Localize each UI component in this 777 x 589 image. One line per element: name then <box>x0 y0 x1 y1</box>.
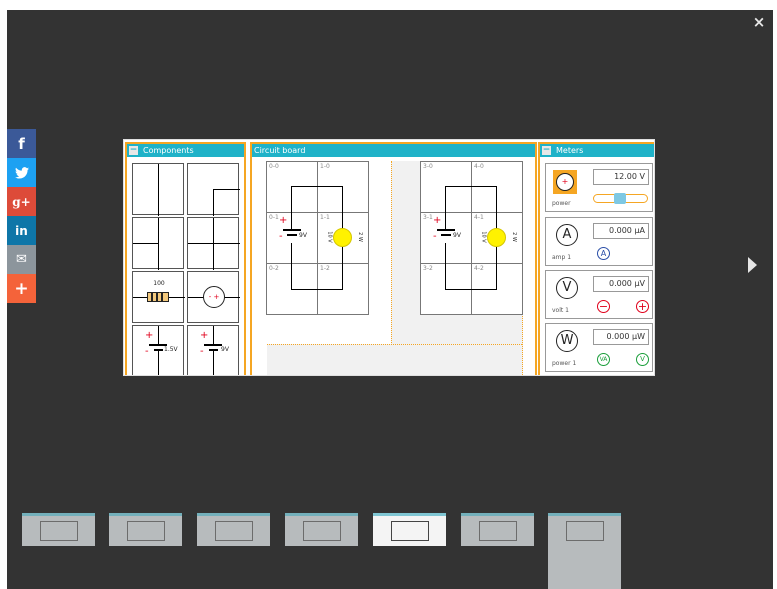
board-cell: 3-1 <box>420 212 472 264</box>
slider-thumb[interactable] <box>614 193 626 204</box>
cell-label: 3-0 <box>423 163 433 170</box>
right-circuit: 3-0 4-0 3-1 4-1 3-2 4-2 + - 9V 10 V 2 W <box>420 161 523 315</box>
thumbnail-active[interactable] <box>373 513 446 546</box>
meter-name: power 1 <box>552 360 577 367</box>
bulb-power-label: 2 W <box>356 232 363 242</box>
amp-value-field[interactable]: 0.000 μA <box>593 223 649 239</box>
power-source-icon: + <box>553 170 577 194</box>
meters-title-bar: − Meters <box>540 144 654 157</box>
voltmeter-icon: V <box>556 277 578 299</box>
plus-icon[interactable]: + <box>7 274 36 303</box>
bulb-voltage-label: 10 V <box>480 231 487 243</box>
screenshot-viewer: − Components 100 - + + - 1.5V + - 9V Cir… <box>123 139 655 376</box>
cell-label: 1-2 <box>320 265 330 272</box>
facebook-icon[interactable]: f <box>7 129 36 158</box>
positive-probe-button[interactable]: + <box>636 300 649 313</box>
power-value-field[interactable]: 12.00 V <box>593 169 649 185</box>
page-edge <box>0 0 7 589</box>
cell-label: 0-1 <box>269 214 279 221</box>
ammeter-icon: A <box>556 224 578 246</box>
wattmeter-icon: W <box>556 330 578 352</box>
board-battery-label: 9V <box>453 232 461 239</box>
board-cell: 4-0 <box>471 161 523 213</box>
light-bulb <box>333 228 352 247</box>
thumbnail[interactable] <box>285 513 358 546</box>
components-title-bar: − Components <box>127 144 244 157</box>
cell-label: 3-2 <box>423 265 433 272</box>
meters-title: Meters <box>556 146 584 155</box>
collapse-icon[interactable]: − <box>542 146 551 155</box>
meter-name: amp 1 <box>552 254 572 261</box>
bulb-power-label: 2 W <box>510 232 517 242</box>
bulb-voltage-label: 10 V <box>326 231 333 243</box>
left-circuit: 0-0 1-0 0-1 1-1 0-2 1-2 + - 9V 10 V 2 W <box>266 161 369 315</box>
cell-label: 4-0 <box>474 163 484 170</box>
battery-small-label: 1.5V <box>164 346 178 353</box>
chevron-right-icon[interactable] <box>748 257 757 273</box>
wire-straight-component[interactable] <box>132 163 184 216</box>
board-cell: 3-0 <box>420 161 472 213</box>
collapse-icon[interactable]: − <box>129 146 138 155</box>
board-cell: 1-0 <box>317 161 369 213</box>
cell-label: 0-0 <box>269 163 279 170</box>
circuit-board-title-bar: Circuit board <box>252 144 535 157</box>
power-source-component[interactable]: - + <box>187 271 240 323</box>
resistor-value: 100 <box>153 280 165 287</box>
twitter-icon[interactable] <box>7 158 36 187</box>
components-title: Components <box>143 146 194 155</box>
volt-meter: V 0.000 μV − + volt 1 <box>545 270 653 319</box>
battery-9v-component[interactable]: + - 9V <box>187 325 239 375</box>
circuit-board-panel: Circuit board 0-0 1-0 0-1 1-1 0-2 1-2 + … <box>250 142 537 375</box>
lightbox-overlay: × f g+ in ✉ + − Components 100 - + + - 1… <box>0 0 777 589</box>
cell-label: 0-2 <box>269 265 279 272</box>
wire-tee-component[interactable] <box>132 217 184 270</box>
battery-large-label: 9V <box>221 346 229 353</box>
page-edge <box>0 0 777 10</box>
cell-label: 4-1 <box>474 214 484 221</box>
power-meter: + 12.00 V power <box>545 163 653 212</box>
board-area-lower <box>267 344 522 375</box>
power-slider[interactable] <box>593 193 648 204</box>
components-panel: − Components 100 - + + - 1.5V + - 9V <box>125 142 246 375</box>
volt-value-field[interactable]: 0.000 μV <box>593 276 649 292</box>
board-battery-label: 9V <box>299 232 307 239</box>
board-cell: 0-1 <box>266 212 318 264</box>
light-bulb <box>487 228 506 247</box>
cell-label: 4-2 <box>474 265 484 272</box>
meter-name: power <box>552 200 571 207</box>
board-cell: 0-0 <box>266 161 318 213</box>
battery-1-5v-component[interactable]: + - 1.5V <box>132 325 184 375</box>
resistor-component[interactable]: 100 <box>132 271 185 323</box>
thumbnail[interactable] <box>197 513 270 546</box>
watt-meter: W 0.000 μW VA V power 1 <box>545 323 653 372</box>
page-edge <box>773 0 777 589</box>
thumbnail[interactable] <box>548 513 621 589</box>
thumbnail[interactable] <box>109 513 182 546</box>
google-plus-icon[interactable]: g+ <box>7 187 36 216</box>
thumbnail[interactable] <box>461 513 534 546</box>
negative-probe-button[interactable]: − <box>597 300 610 313</box>
wire-cross-component[interactable] <box>187 217 240 270</box>
cell-label: 3-1 <box>423 214 433 221</box>
meter-name: volt 1 <box>552 307 569 314</box>
circuit-board-title: Circuit board <box>254 146 306 155</box>
watt-value-field[interactable]: 0.000 μW <box>593 329 649 345</box>
share-bar: f g+ in ✉ + <box>7 129 36 303</box>
meters-panel: − Meters + 12.00 V power A 0.000 μA A am… <box>538 142 654 375</box>
va-probe-button[interactable]: VA <box>597 353 610 366</box>
thumbnail[interactable] <box>22 513 95 546</box>
v-probe-button[interactable]: V <box>636 353 649 366</box>
email-icon[interactable]: ✉ <box>7 245 36 274</box>
linkedin-icon[interactable]: in <box>7 216 36 245</box>
amp-meter: A 0.000 μA A amp 1 <box>545 217 653 266</box>
cell-label: 1-0 <box>320 163 330 170</box>
wire-corner-component[interactable] <box>187 163 240 216</box>
cell-label: 1-1 <box>320 214 330 221</box>
close-icon[interactable]: × <box>751 14 767 30</box>
add-ammeter-button[interactable]: A <box>597 247 610 260</box>
